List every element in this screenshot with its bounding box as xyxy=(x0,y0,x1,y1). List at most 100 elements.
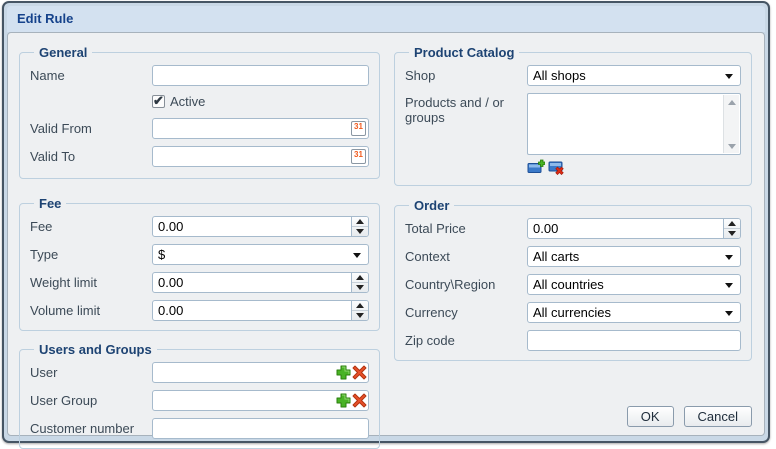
user-row: User xyxy=(30,362,369,383)
arrow-up-icon xyxy=(356,303,364,308)
name-row: Name xyxy=(30,65,369,86)
volume-limit-row: Volume limit xyxy=(30,300,369,321)
arrow-up-icon xyxy=(356,219,364,224)
order-legend: Order xyxy=(409,198,454,213)
context-label: Context xyxy=(405,249,527,264)
product-catalog-legend: Product Catalog xyxy=(409,45,519,60)
valid-from-input[interactable] xyxy=(152,118,369,139)
chevron-down-icon xyxy=(725,283,733,288)
currency-select[interactable]: All currencies xyxy=(527,302,741,323)
total-price-row: Total Price xyxy=(405,218,741,239)
spin-up-button[interactable] xyxy=(352,217,368,227)
weight-limit-input[interactable] xyxy=(152,272,369,293)
scroll-up-button[interactable] xyxy=(724,95,739,109)
dialog-title: Edit Rule xyxy=(17,11,73,26)
spin-down-button[interactable] xyxy=(352,283,368,292)
name-label: Name xyxy=(30,68,152,83)
shop-label: Shop xyxy=(405,68,527,83)
type-select[interactable]: $ xyxy=(152,244,369,265)
products-row: Products and / or groups xyxy=(405,93,741,175)
fee-legend: Fee xyxy=(34,196,66,211)
total-price-input[interactable] xyxy=(527,218,741,239)
valid-to-label: Valid To xyxy=(30,149,152,164)
arrow-up-icon xyxy=(356,275,364,280)
fee-input[interactable] xyxy=(152,216,369,237)
products-label: Products and / or groups xyxy=(405,93,527,125)
country-region-select[interactable]: All countries xyxy=(527,274,741,295)
volume-limit-label: Volume limit xyxy=(30,303,152,318)
currency-row: Currency All currencies xyxy=(405,302,741,323)
checkmark-icon: ✔ xyxy=(153,93,164,109)
button-bar: OK Cancel xyxy=(627,406,752,427)
active-checkbox[interactable]: ✔ xyxy=(152,95,165,108)
scroll-down-button[interactable] xyxy=(724,139,739,153)
delete-icon[interactable] xyxy=(352,393,367,408)
active-row: ✔ Active xyxy=(30,93,369,109)
remove-product-icon[interactable] xyxy=(548,159,566,175)
weight-limit-label: Weight limit xyxy=(30,275,152,290)
calendar-icon[interactable]: 31 xyxy=(351,121,366,136)
active-label: Active xyxy=(170,94,205,109)
chevron-down-icon xyxy=(725,255,733,260)
spin-down-button[interactable] xyxy=(352,311,368,320)
context-select[interactable]: All carts xyxy=(527,246,741,267)
arrow-down-icon xyxy=(728,144,736,149)
context-row: Context All carts xyxy=(405,246,741,267)
customer-number-label: Customer number xyxy=(30,421,152,436)
type-row: Type $ xyxy=(30,244,369,265)
add-product-icon[interactable] xyxy=(527,159,545,175)
user-label: User xyxy=(30,365,152,380)
valid-from-label: Valid From xyxy=(30,121,152,136)
chevron-down-icon xyxy=(725,311,733,316)
valid-to-row: Valid To 31 xyxy=(30,146,369,167)
total-price-label: Total Price xyxy=(405,221,527,236)
valid-from-row: Valid From 31 xyxy=(30,118,369,139)
add-icon[interactable] xyxy=(336,393,351,408)
products-listbox[interactable] xyxy=(527,93,741,155)
product-catalog-fieldset: Product Catalog Shop All shops Products … xyxy=(394,45,752,186)
user-group-row: User Group xyxy=(30,390,369,411)
shop-select[interactable]: All shops xyxy=(527,65,741,86)
user-group-label: User Group xyxy=(30,393,152,408)
chevron-down-icon xyxy=(353,253,361,258)
type-label: Type xyxy=(30,247,152,262)
arrow-down-icon xyxy=(356,285,364,290)
zip-code-label: Zip code xyxy=(405,333,527,348)
country-region-row: Country\Region All countries xyxy=(405,274,741,295)
dialog-content: General Name ✔ Active xyxy=(7,32,765,436)
customer-number-input[interactable] xyxy=(152,418,369,439)
listbox-scrollbar[interactable] xyxy=(723,95,739,153)
calendar-icon[interactable]: 31 xyxy=(351,149,366,164)
chevron-down-icon xyxy=(725,74,733,79)
shop-row: Shop All shops xyxy=(405,65,741,86)
dialog-titlebar[interactable]: Edit Rule xyxy=(7,6,765,32)
arrow-down-icon xyxy=(356,229,364,234)
spin-up-button[interactable] xyxy=(352,273,368,283)
spin-up-button[interactable] xyxy=(352,301,368,311)
name-input[interactable] xyxy=(152,65,369,86)
zip-code-input[interactable] xyxy=(527,330,741,351)
arrow-up-icon xyxy=(728,221,736,226)
country-region-label: Country\Region xyxy=(405,277,527,292)
fee-fieldset: Fee Fee Type $ xyxy=(19,196,380,331)
currency-label: Currency xyxy=(405,305,527,320)
valid-to-input[interactable] xyxy=(152,146,369,167)
customer-number-row: Customer number xyxy=(30,418,369,439)
volume-limit-input[interactable] xyxy=(152,300,369,321)
spin-down-button[interactable] xyxy=(352,227,368,236)
weight-limit-row: Weight limit xyxy=(30,272,369,293)
order-fieldset: Order Total Price Context All carts xyxy=(394,198,752,361)
zip-code-row: Zip code xyxy=(405,330,741,351)
ok-button[interactable]: OK xyxy=(627,406,674,427)
users-groups-legend: Users and Groups xyxy=(34,342,157,357)
delete-icon[interactable] xyxy=(352,365,367,380)
general-legend: General xyxy=(34,45,92,60)
spin-up-button[interactable] xyxy=(724,219,740,229)
cancel-button[interactable]: Cancel xyxy=(684,406,752,427)
arrow-down-icon xyxy=(356,313,364,318)
fee-row: Fee xyxy=(30,216,369,237)
add-icon[interactable] xyxy=(336,365,351,380)
spin-down-button[interactable] xyxy=(724,229,740,238)
fee-label: Fee xyxy=(30,219,152,234)
arrow-up-icon xyxy=(728,100,736,105)
